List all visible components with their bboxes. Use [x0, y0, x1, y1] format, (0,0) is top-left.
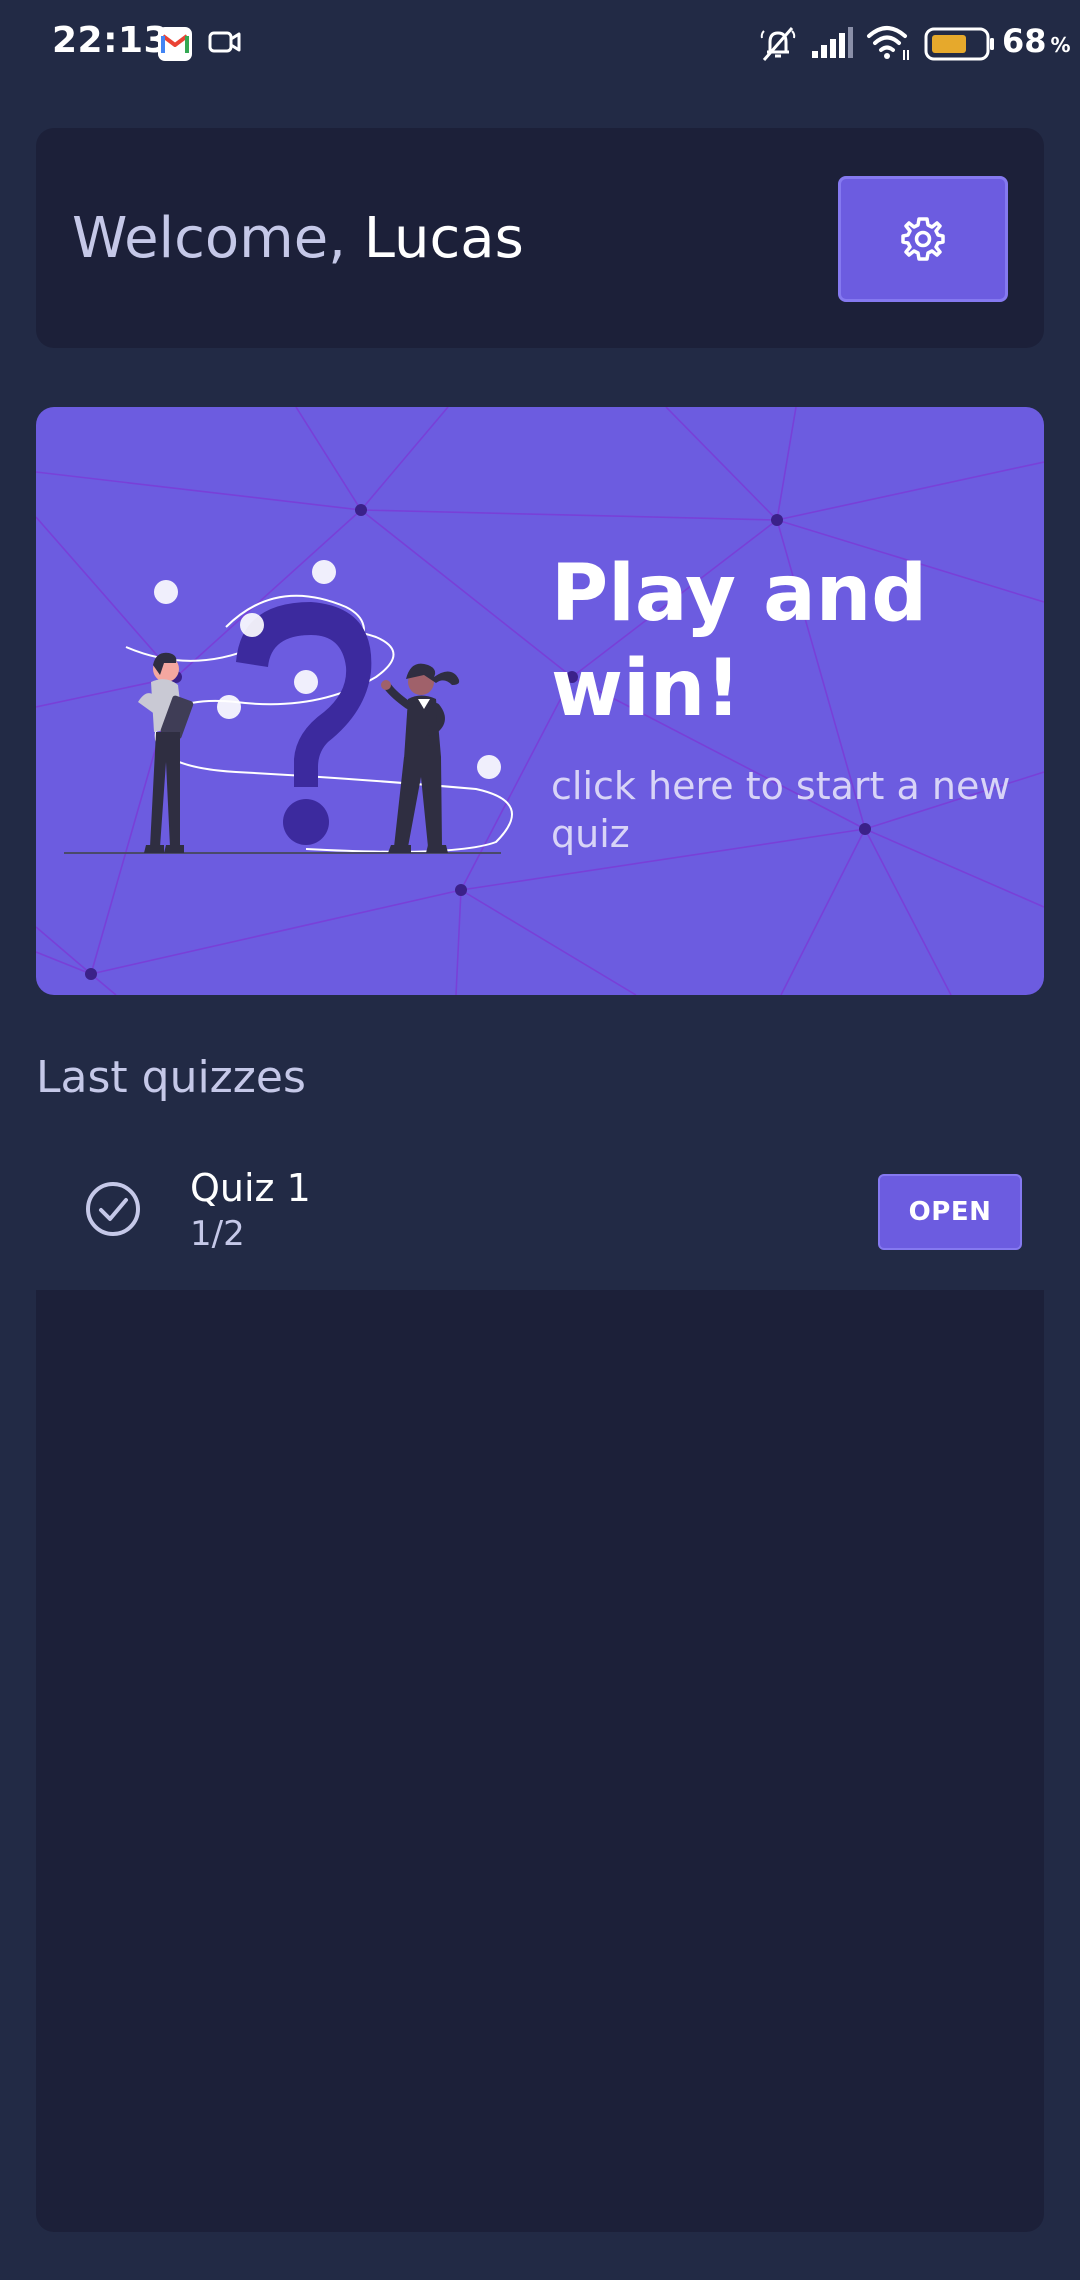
mute-icon — [758, 24, 798, 68]
video-icon — [208, 28, 242, 60]
question-illustration — [64, 560, 513, 854]
status-time: 22:13 — [52, 20, 170, 61]
battery-level: 68% — [1002, 22, 1071, 60]
quiz-list-item: Quiz 1 1/2 OPEN — [36, 1140, 1044, 1290]
wifi-icon — [866, 24, 912, 66]
battery-icon — [924, 26, 996, 66]
status-bar: 22:13 68 % — [0, 0, 1080, 90]
signal-icon — [810, 26, 854, 64]
welcome-heading: Welcome, Lucas — [72, 206, 524, 271]
gmail-icon — [158, 27, 192, 61]
gear-icon — [899, 215, 947, 267]
hero-subtitle: click here to start a new quiz — [551, 764, 1011, 856]
start-quiz-banner[interactable]: Play and win! click here to start a new … — [36, 407, 1044, 995]
welcome-greeting: Welcome, — [72, 206, 364, 271]
quiz-name: Quiz 1 — [190, 1166, 311, 1210]
check-circle-icon — [84, 1180, 142, 1242]
hero-title: Play and win! — [551, 549, 928, 734]
settings-button[interactable] — [838, 176, 1008, 302]
user-name: Lucas — [363, 206, 524, 271]
welcome-card: Welcome, Lucas — [36, 128, 1044, 348]
battery-unit: % — [1050, 33, 1071, 57]
last-quizzes-title: Last quizzes — [36, 1052, 306, 1103]
open-quiz-button[interactable]: OPEN — [878, 1174, 1022, 1250]
quiz-list-panel — [36, 1290, 1044, 2232]
quiz-score: 1/2 — [190, 1214, 245, 1254]
